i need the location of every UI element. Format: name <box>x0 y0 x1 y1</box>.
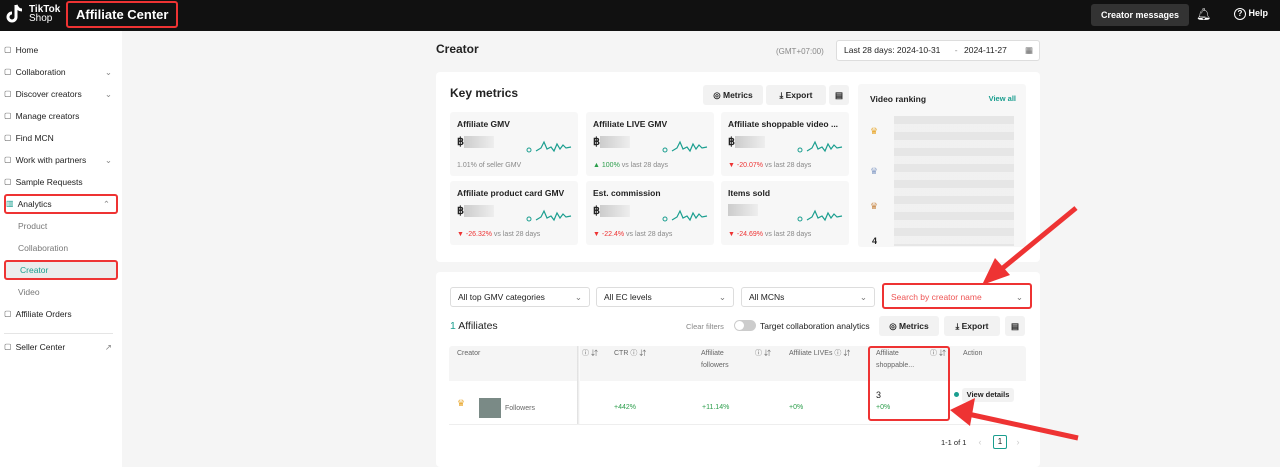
annotation-arrows <box>950 206 1079 441</box>
arrow-to-column <box>950 398 1079 441</box>
arrow-to-search <box>982 206 1078 285</box>
